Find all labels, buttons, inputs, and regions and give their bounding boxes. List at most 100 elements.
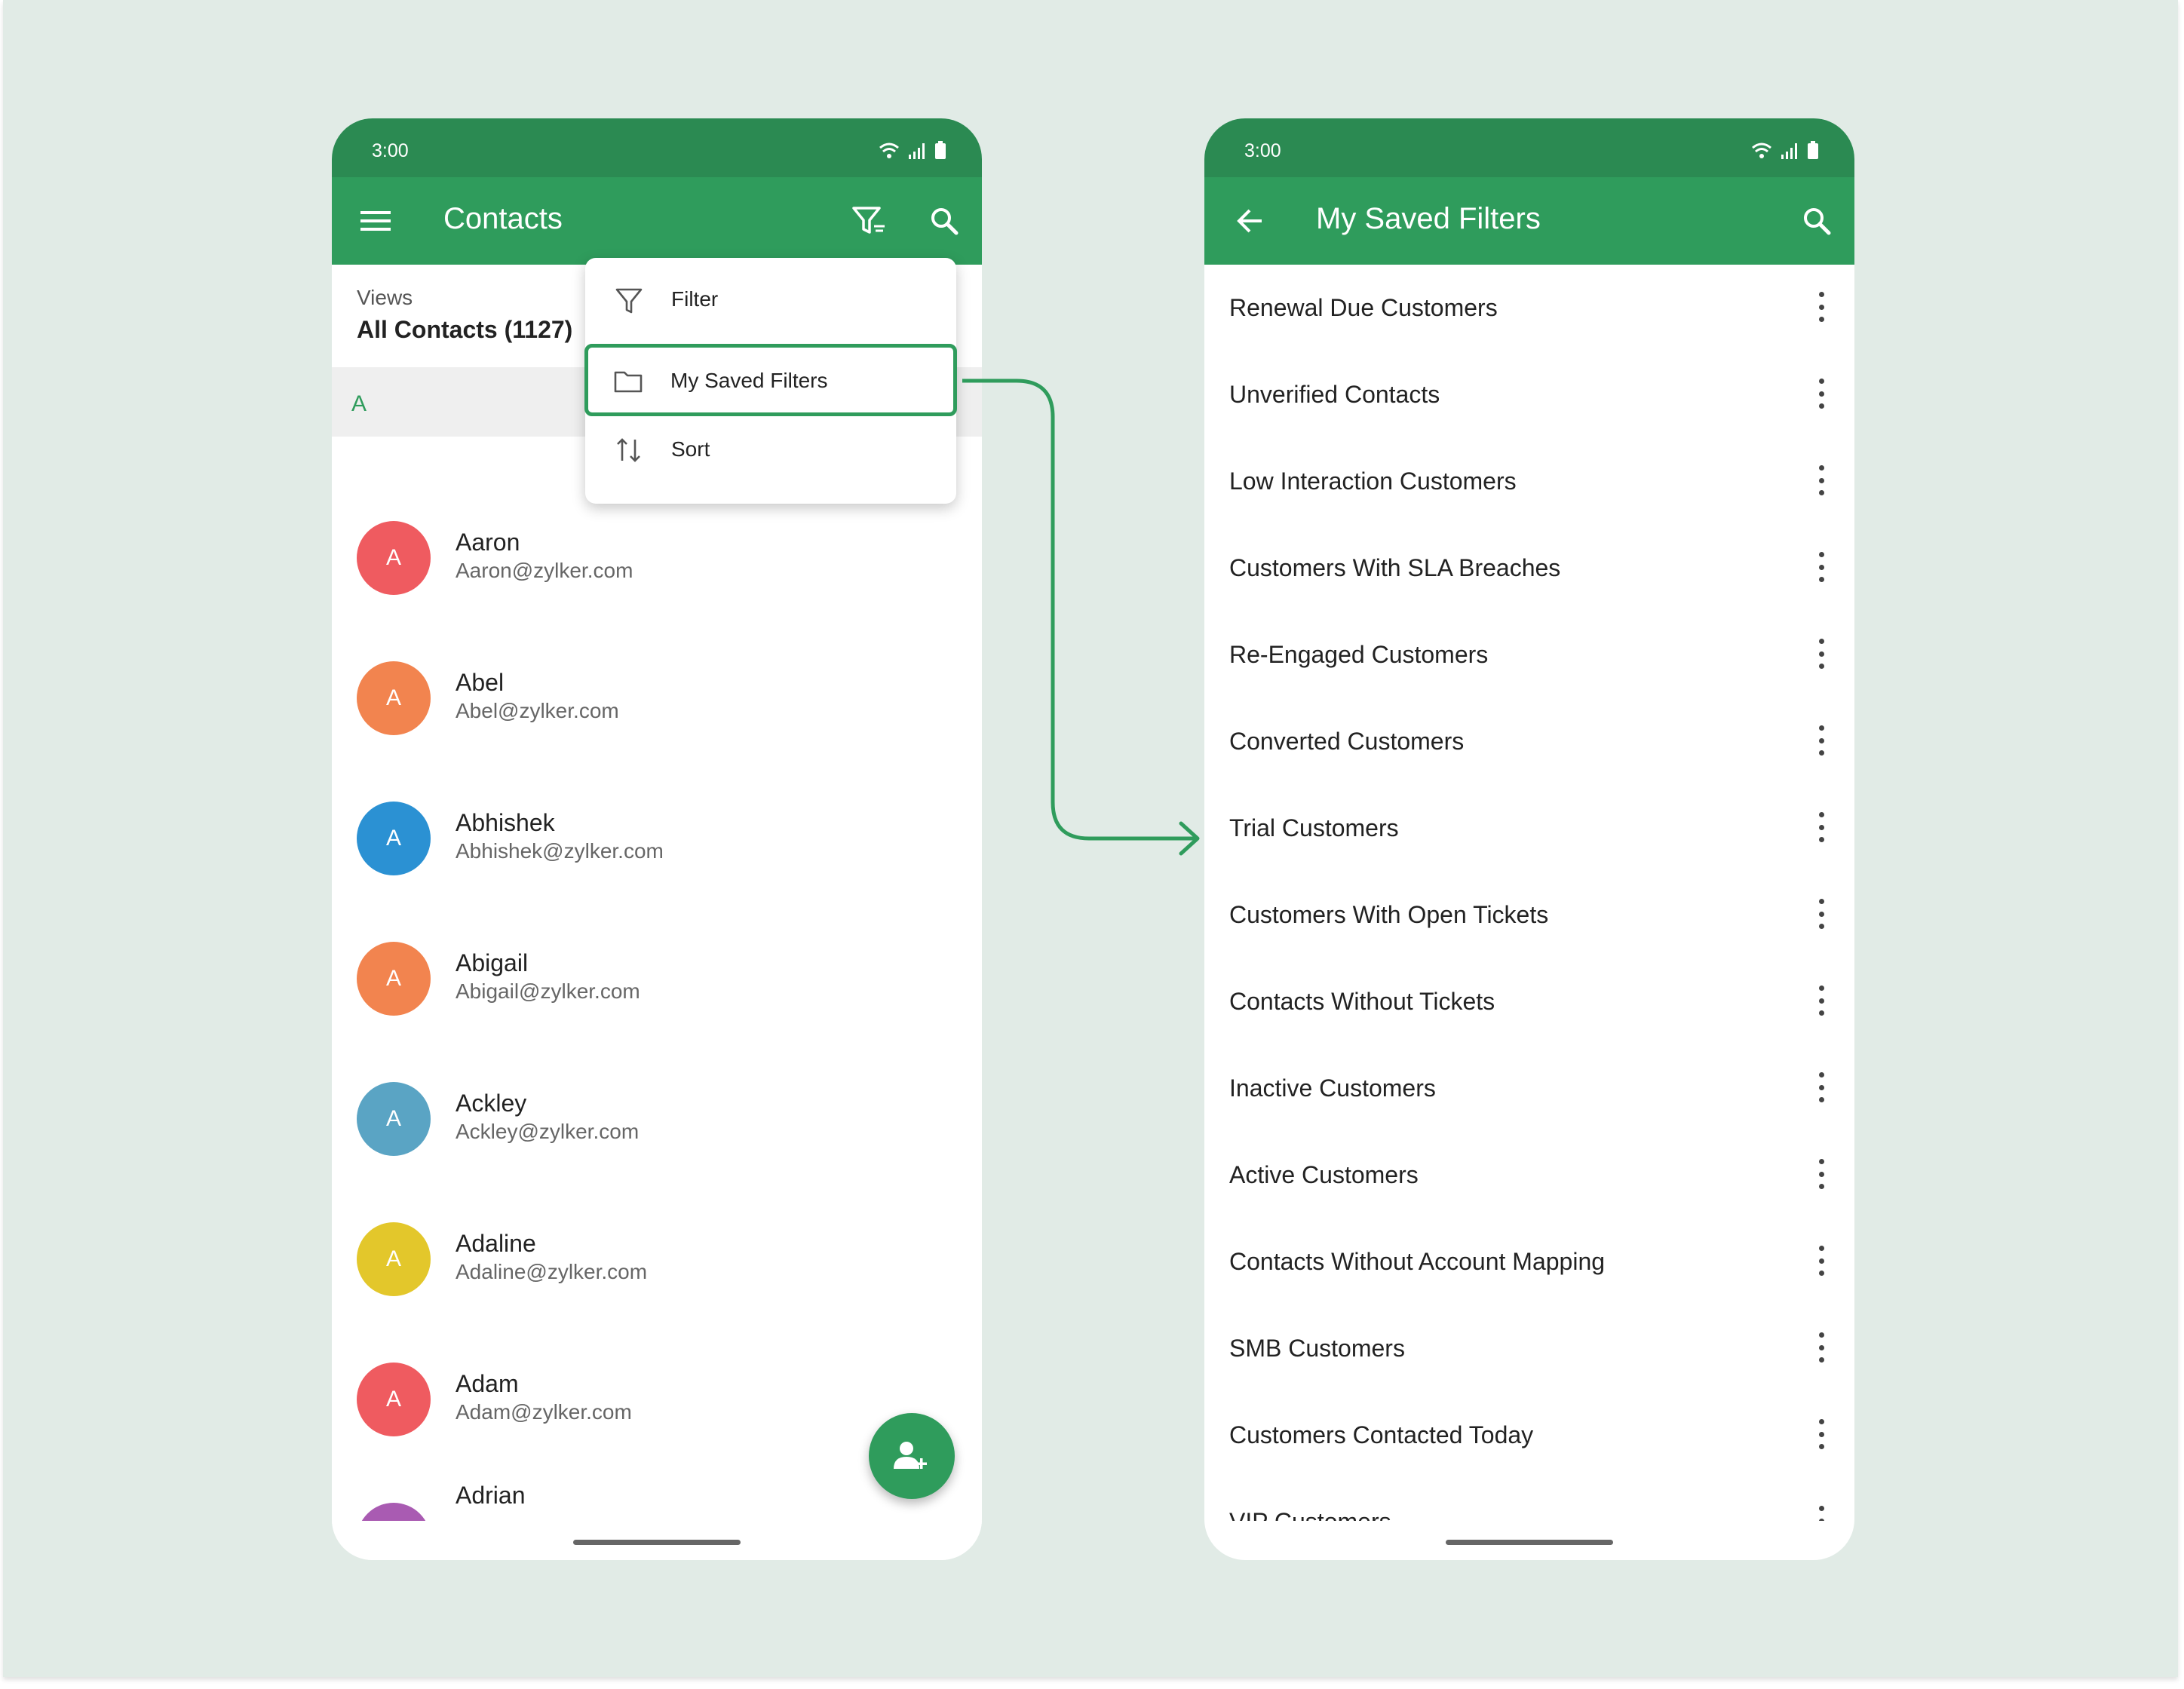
more-options-icon[interactable] <box>1815 899 1827 929</box>
app-bar: My Saved Filters <box>1204 177 1854 265</box>
saved-filter-row[interactable]: SMB Customers <box>1204 1305 1854 1392</box>
search-icon <box>931 208 959 235</box>
menu-item-filter[interactable]: Filter <box>585 262 956 335</box>
status-time: 3:00 <box>1244 140 1281 161</box>
contact-row[interactable]: A Adaline Adaline@zylker.com <box>332 1194 982 1334</box>
status-time: 3:00 <box>372 140 409 161</box>
views-label: Views <box>357 286 413 309</box>
menu-item-sort[interactable]: Sort <box>585 412 956 485</box>
saved-filter-label: Customers With Open Tickets <box>1229 901 1549 928</box>
more-options-icon[interactable] <box>1815 1506 1827 1521</box>
more-options-icon[interactable] <box>1815 1419 1827 1449</box>
saved-filter-row[interactable]: Re-Engaged Customers <box>1204 612 1854 698</box>
saved-filter-label: Converted Customers <box>1229 728 1465 755</box>
filter-icon <box>615 288 643 314</box>
contact-email: Ackley@zylker.com <box>456 1120 640 1143</box>
back-button[interactable] <box>1233 206 1266 236</box>
saved-filter-label: Trial Customers <box>1229 814 1399 841</box>
status-bar: 3:00 <box>332 118 982 177</box>
avatar: A <box>357 942 431 1016</box>
saved-filter-row[interactable]: VIP Customers <box>1204 1479 1854 1521</box>
saved-filter-row[interactable]: Contacts Without Account Mapping <box>1204 1218 1854 1305</box>
saved-filter-row[interactable]: Converted Customers <box>1204 698 1854 785</box>
contact-row[interactable]: A Abhishek Abhishek@zylker.com <box>332 773 982 913</box>
home-indicator <box>1446 1540 1613 1545</box>
menu-item-label: Sort <box>671 437 710 461</box>
avatar: A <box>357 1082 431 1156</box>
more-options-icon[interactable] <box>1815 986 1827 1016</box>
saved-filter-label: Unverified Contacts <box>1229 381 1440 408</box>
saved-filter-label: Re-Engaged Customers <box>1229 641 1489 668</box>
saved-filter-row[interactable]: Contacts Without Tickets <box>1204 958 1854 1045</box>
search-button[interactable] <box>928 204 961 238</box>
saved-filter-row[interactable]: Customers With SLA Breaches <box>1204 525 1854 612</box>
app-bar: Contacts <box>332 177 982 265</box>
signal-icon <box>909 143 925 159</box>
battery-icon <box>1808 141 1818 159</box>
contact-row[interactable]: A Abel Abel@zylker.com <box>332 633 982 773</box>
signal-icon <box>1781 143 1797 159</box>
saved-filter-row[interactable]: Trial Customers <box>1204 785 1854 872</box>
more-options-icon[interactable] <box>1815 465 1827 495</box>
add-contact-button[interactable] <box>869 1413 955 1499</box>
contact-email: Abigail@zylker.com <box>456 979 640 1003</box>
saved-filter-label: Renewal Due Customers <box>1229 294 1498 321</box>
more-options-icon[interactable] <box>1815 379 1827 409</box>
status-bar: 3:00 <box>1204 118 1854 177</box>
saved-filter-row[interactable]: Unverified Contacts <box>1204 351 1854 438</box>
wifi-icon <box>1752 143 1771 158</box>
avatar: A <box>357 1222 431 1296</box>
search-button[interactable] <box>1800 204 1833 238</box>
contact-name: Abel <box>456 669 505 696</box>
contact-email: Adam@zylker.com <box>456 1400 632 1424</box>
wifi-icon <box>879 143 899 158</box>
avatar: A <box>357 802 431 875</box>
contact-row[interactable]: A Ackley Ackley@zylker.com <box>332 1053 982 1194</box>
saved-filter-label: Inactive Customers <box>1229 1074 1436 1102</box>
more-options-icon[interactable] <box>1815 812 1827 842</box>
contact-row[interactable]: A Abigail Abigail@zylker.com <box>332 913 982 1053</box>
saved-filter-label: Customers Contacted Today <box>1229 1421 1534 1448</box>
contact-email: Abel@zylker.com <box>456 699 619 722</box>
saved-filter-row[interactable]: Customers Contacted Today <box>1204 1392 1854 1479</box>
saved-filter-row[interactable]: Renewal Due Customers <box>1204 265 1854 351</box>
contact-email: Aaron@zylker.com <box>456 559 633 582</box>
saved-filter-row[interactable]: Customers With Open Tickets <box>1204 872 1854 958</box>
page-title: My Saved Filters <box>1316 202 1541 235</box>
menu-button[interactable] <box>359 206 392 236</box>
menu-item-my-saved-filters[interactable]: My Saved Filters <box>584 344 957 416</box>
add-person-icon <box>894 1442 927 1469</box>
more-options-icon[interactable] <box>1815 639 1827 669</box>
back-arrow-icon <box>1237 209 1262 233</box>
saved-filters-screen: 3:00 My Saved Filters Renewal Due Custom… <box>1204 118 1854 1560</box>
contact-email: Adaline@zylker.com <box>456 1260 648 1283</box>
saved-filter-label: SMB Customers <box>1229 1335 1405 1362</box>
avatar: A <box>357 1503 431 1521</box>
contact-row[interactable]: A Aaron Aaron@zylker.com <box>332 492 982 633</box>
contact-name: Abhishek <box>456 809 555 836</box>
more-options-icon[interactable] <box>1815 1332 1827 1363</box>
saved-filter-row[interactable]: Active Customers <box>1204 1132 1854 1218</box>
saved-filter-row[interactable]: Low Interaction Customers <box>1204 438 1854 525</box>
views-value[interactable]: All Contacts (1127) <box>357 316 572 344</box>
search-icon <box>1804 208 1831 235</box>
home-indicator <box>573 1540 741 1545</box>
avatar: A <box>357 521 431 595</box>
more-options-icon[interactable] <box>1815 292 1827 322</box>
filter-sort-icon <box>852 207 885 234</box>
status-icons <box>879 139 946 159</box>
contact-name: Adaline <box>456 1230 536 1257</box>
saved-filter-label: Contacts Without Tickets <box>1229 988 1495 1015</box>
more-options-icon[interactable] <box>1815 1159 1827 1189</box>
more-options-icon[interactable] <box>1815 725 1827 756</box>
folder-icon <box>614 371 643 393</box>
saved-filter-row[interactable]: Inactive Customers <box>1204 1045 1854 1132</box>
filter-button[interactable] <box>851 204 887 238</box>
more-options-icon[interactable] <box>1815 552 1827 582</box>
saved-filter-label: VIP Customers <box>1229 1508 1391 1521</box>
section-letter: A <box>351 391 367 416</box>
more-options-icon[interactable] <box>1815 1072 1827 1102</box>
contact-name: Adam <box>456 1370 519 1397</box>
avatar: A <box>357 1363 431 1436</box>
more-options-icon[interactable] <box>1815 1246 1827 1276</box>
